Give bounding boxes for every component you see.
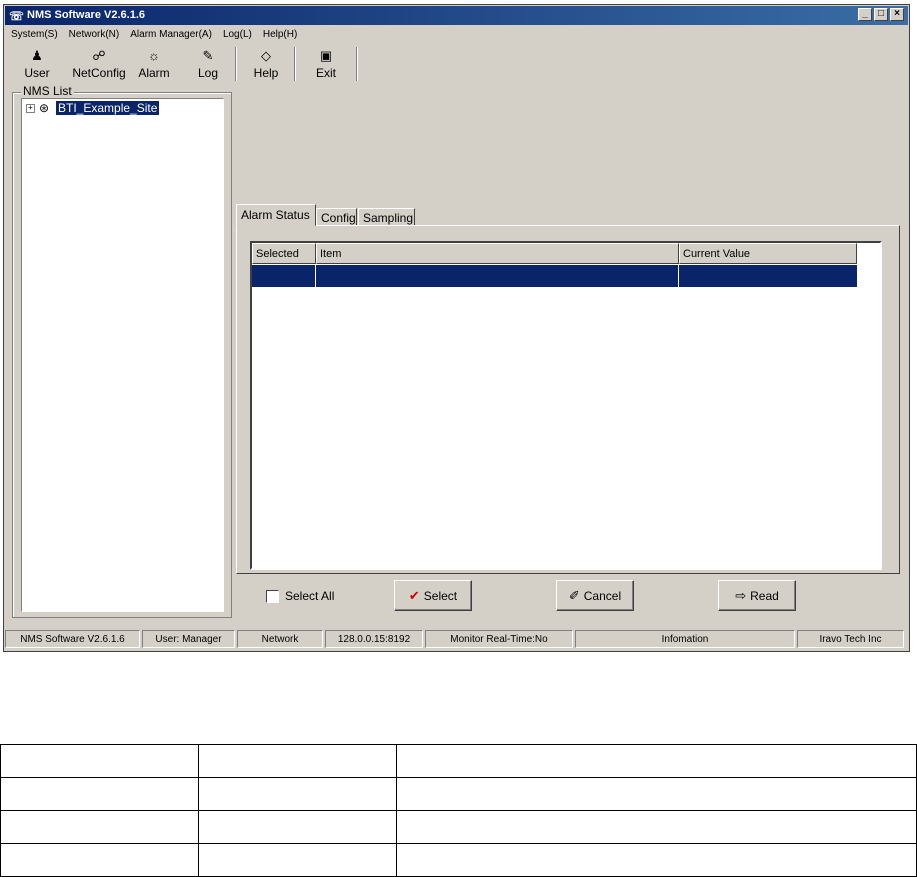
select-all-checkbox[interactable]: Select All	[266, 589, 334, 603]
table-row	[0, 810, 917, 844]
cell-selected	[252, 265, 316, 287]
cancel-icon: ✐	[568, 587, 580, 603]
exit-door-icon: ▣	[319, 48, 333, 63]
status-app-version: NMS Software V2.6.1.6	[5, 630, 140, 648]
tab-config[interactable]: Config	[316, 208, 357, 226]
expand-icon[interactable]: +	[26, 103, 35, 113]
alarm-bulb-icon: ☼	[148, 48, 160, 63]
tree-item-label: BTI_Example_Site	[56, 101, 160, 115]
help-book-icon: ◇	[261, 48, 271, 63]
minimize-button[interactable]: _	[858, 8, 872, 21]
table-row	[0, 777, 917, 811]
tree-item[interactable]: + ⊛ BTI_Example_Site	[26, 101, 160, 115]
table-cell	[198, 810, 397, 844]
table-row	[0, 744, 917, 778]
help-button[interactable]: ◇ Help	[246, 47, 286, 83]
select-all-label: Select All	[285, 589, 335, 603]
select-button[interactable]: ✔ Select	[394, 580, 472, 611]
table-cell	[396, 810, 917, 844]
table-cell	[198, 744, 397, 778]
menu-bar: System(S) Network(N) Alarm Manager(A) Lo…	[6, 27, 907, 42]
status-info: Infomation	[575, 630, 795, 648]
menu-system[interactable]: System(S)	[6, 27, 64, 42]
cell-current-value	[679, 265, 857, 287]
close-button[interactable]: ×	[890, 8, 904, 21]
window-title: NMS Software V2.6.1.6	[27, 9, 145, 21]
user-button[interactable]: ♟ User	[14, 47, 60, 83]
title-bar[interactable]: ☏ NMS Software V2.6.1.6 _ □ ×	[5, 6, 908, 25]
tab-alarm-status[interactable]: Alarm Status	[236, 204, 316, 226]
menu-alarm-manager[interactable]: Alarm Manager(A)	[125, 27, 218, 42]
document-table	[0, 744, 917, 877]
column-header-current-value[interactable]: Current Value	[679, 243, 857, 264]
netconfig-button[interactable]: ☍ NetConfig	[70, 47, 128, 83]
alarm-status-grid[interactable]: Selected Item Current Value	[250, 241, 882, 570]
cancel-button[interactable]: ✐ Cancel	[556, 580, 634, 611]
table-cell	[0, 777, 199, 811]
maximize-button[interactable]: □	[874, 8, 888, 21]
toolbar-separator	[356, 47, 358, 81]
toolbar-separator	[294, 47, 296, 81]
table-cell	[396, 744, 917, 778]
status-monitor: Monitor Real-Time:No	[425, 630, 573, 648]
table-cell	[0, 744, 199, 778]
network-icon: ☍	[92, 48, 106, 63]
status-company: Iravo Tech Inc	[797, 630, 904, 648]
menu-network[interactable]: Network(N)	[64, 27, 126, 42]
read-button[interactable]: ⇨ Read	[718, 580, 796, 611]
log-button[interactable]: ✎ Log	[188, 47, 228, 83]
user-icon: ♟	[31, 48, 43, 63]
table-row[interactable]	[252, 265, 857, 287]
toolbar-separator	[235, 47, 237, 81]
checkmark-icon: ✔	[408, 587, 420, 603]
app-phone-icon: ☏	[9, 9, 25, 23]
toolbar: ♟ User ☍ NetConfig ☼ Alarm ✎ Log ◇ Help …	[6, 45, 907, 85]
tab-sampling[interactable]: Sampling	[358, 208, 415, 226]
table-cell	[396, 777, 917, 811]
site-icon: ⊛	[39, 101, 50, 115]
alarm-button[interactable]: ☼ Alarm	[132, 47, 176, 83]
status-network: Network	[237, 630, 323, 648]
table-cell	[198, 843, 397, 877]
exit-button[interactable]: ▣ Exit	[306, 47, 346, 83]
table-cell	[396, 843, 917, 877]
read-icon: ⇨	[735, 587, 747, 603]
menu-log[interactable]: Log(L)	[218, 27, 258, 42]
column-header-item[interactable]: Item	[316, 243, 679, 264]
status-bar: NMS Software V2.6.1.6 User: Manager Netw…	[5, 630, 908, 648]
checkbox-box[interactable]	[266, 589, 279, 603]
nms-tree[interactable]: + ⊛ BTI_Example_Site	[21, 98, 224, 612]
table-cell	[0, 843, 199, 877]
table-cell	[0, 810, 199, 844]
menu-help[interactable]: Help(H)	[258, 27, 303, 42]
table-cell	[198, 777, 397, 811]
status-address: 128.0.0.15:8192	[325, 630, 423, 648]
table-row	[0, 843, 917, 877]
nms-list-label: NMS List	[21, 84, 74, 98]
cell-item	[316, 265, 679, 287]
status-user: User: Manager	[142, 630, 235, 648]
log-icon: ✎	[202, 48, 214, 63]
column-header-selected[interactable]: Selected	[252, 243, 316, 264]
